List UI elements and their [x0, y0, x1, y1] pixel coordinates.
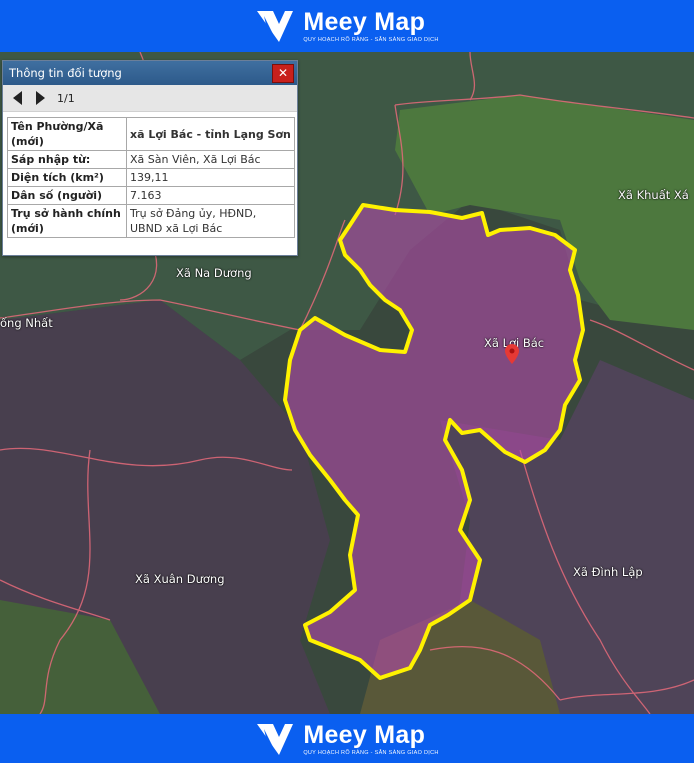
prev-arrow-icon[interactable] [13, 91, 22, 105]
label-xuan-duong: Xã Xuân Dương [135, 572, 225, 586]
close-icon[interactable]: ✕ [272, 64, 294, 83]
row-key: Sáp nhập từ: [7, 150, 127, 169]
row-value: xã Lợi Bác - tỉnh Lạng Sơn [126, 117, 295, 151]
brand-logo: Meey Map QUY HOẠCH RÕ RÀNG - SẴN SÀNG GI… [255, 8, 438, 44]
meey-logo-icon [257, 11, 294, 42]
info-table: Tên Phường/Xã (mới) xã Lợi Bác - tỉnh Lạ… [7, 117, 295, 238]
table-row: Dân số (người) 7.163 [7, 186, 295, 205]
label-thong-nhat: ống Nhất [0, 316, 53, 330]
bottom-brand-bar: Meey Map QUY HOẠCH RÕ RÀNG - SẴN SÀNG GI… [0, 714, 694, 763]
row-value: 7.163 [126, 186, 295, 205]
brand-name: Meey Map [303, 720, 426, 749]
location-pin-icon[interactable] [505, 344, 519, 364]
table-row: Trụ sở hành chính (mới) Trụ sở Đảng ủy, … [7, 204, 295, 238]
table-row: Sáp nhập từ: Xã Sàn Viên, Xã Lợi Bác [7, 150, 295, 169]
pager: 1/1 [3, 85, 297, 112]
brand-logo: Meey Map QUY HOẠCH RÕ RÀNG - SẴN SÀNG GI… [255, 721, 438, 757]
row-value: Trụ sở Đảng ủy, HĐND, UBND xã Lợi Bác [126, 204, 295, 238]
label-khuat-xa: Xã Khuất Xá [618, 188, 689, 202]
table-row: Tên Phường/Xã (mới) xã Lợi Bác - tỉnh Lạ… [7, 117, 295, 151]
row-value: Xã Sàn Viên, Xã Lợi Bác [126, 150, 295, 169]
panel-title: Thông tin đối tượng [9, 66, 122, 80]
label-na-duong: Xã Na Dương [176, 266, 252, 280]
meey-logo-icon [257, 723, 294, 755]
feature-info-panel: Thông tin đối tượng ✕ 1/1 Tên Phường/Xã … [2, 60, 298, 256]
brand-tagline: QUY HOẠCH RÕ RÀNG - SẴN SÀNG GIAO DỊCH [303, 37, 439, 43]
label-dinh-lap: Xã Đình Lập [573, 565, 643, 579]
row-key: Dân số (người) [7, 186, 127, 205]
brand-name: Meey Map [303, 8, 426, 36]
row-key: Tên Phường/Xã (mới) [7, 117, 127, 151]
top-brand-bar: Meey Map QUY HOẠCH RÕ RÀNG - SẴN SÀNG GI… [0, 0, 694, 52]
brand-tagline: QUY HOẠCH RÕ RÀNG - SẴN SÀNG GIAO DỊCH [303, 749, 439, 756]
next-arrow-icon[interactable] [36, 91, 45, 105]
panel-header: Thông tin đối tượng ✕ [3, 61, 297, 85]
pager-count: 1/1 [57, 91, 75, 105]
row-key: Trụ sở hành chính (mới) [7, 204, 127, 238]
row-value: 139,11 [126, 168, 295, 187]
row-key: Diện tích (km²) [7, 168, 127, 187]
table-row: Diện tích (km²) 139,11 [7, 168, 295, 187]
